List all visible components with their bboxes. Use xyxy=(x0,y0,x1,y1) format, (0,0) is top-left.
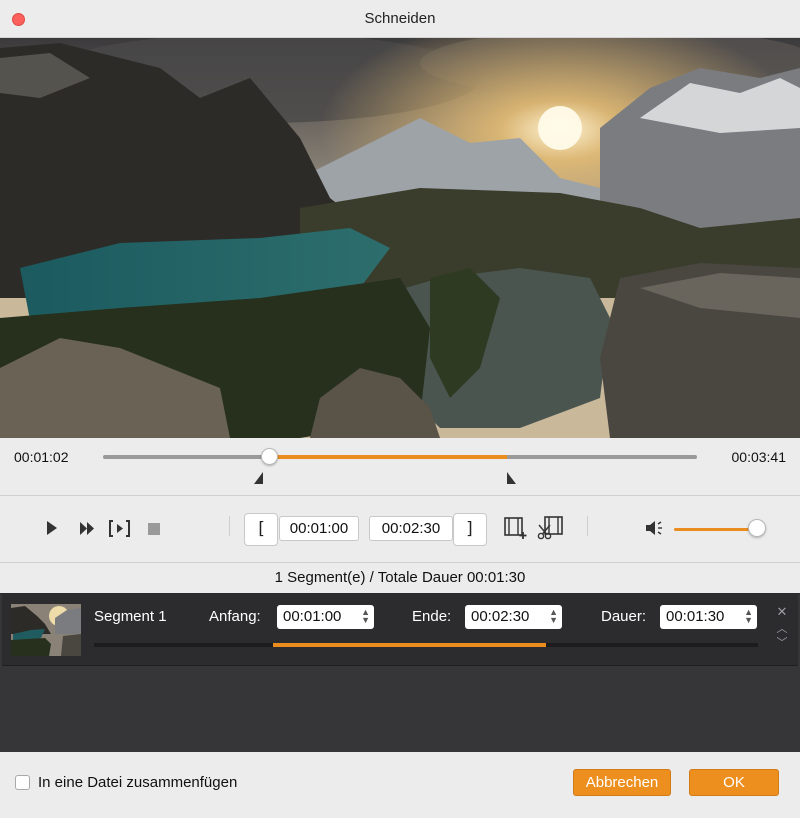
segment-row[interactable]: Segment 1 Anfang: 00:01:00 ▲ ▼ Ende: 00:0… xyxy=(2,594,798,666)
segment-track xyxy=(94,643,758,647)
current-time: 00:01:02 xyxy=(14,449,69,465)
set-end-button[interactable]: ] xyxy=(453,513,487,546)
segment-duration-value: 00:01:30 xyxy=(666,608,725,625)
segment-thumbnail xyxy=(11,604,81,656)
segment-actions: ✕ ︿ ﹀ xyxy=(772,604,794,654)
end-marker[interactable] xyxy=(506,472,516,484)
end-label: Ende: xyxy=(412,608,452,625)
window-title: Schneiden xyxy=(364,10,436,27)
ok-button[interactable]: OK xyxy=(689,769,779,796)
playback-controls: [ 00:01:00 00:02:30 ] xyxy=(0,496,800,562)
start-time-field[interactable]: 00:01:00 xyxy=(279,516,359,541)
start-marker[interactable] xyxy=(254,472,264,484)
segment-duration-field[interactable]: 00:01:30 ▲ ▼ xyxy=(660,605,757,629)
play-icon[interactable] xyxy=(46,520,58,536)
segment-summary: 1 Segment(e) / Totale Dauer 00:01:30 xyxy=(274,569,526,586)
merge-checkbox[interactable] xyxy=(15,775,30,790)
merge-label: In eine Datei zusammenfügen xyxy=(38,774,238,791)
add-segment-icon[interactable] xyxy=(504,517,528,539)
end-time-field[interactable]: 00:02:30 xyxy=(369,516,453,541)
footer: In eine Datei zusammenfügen Abbrechen OK xyxy=(0,752,800,818)
segment-end-field[interactable]: 00:02:30 ▲ ▼ xyxy=(465,605,562,629)
divider xyxy=(587,516,588,536)
set-start-button[interactable]: [ xyxy=(244,513,278,546)
segment-selection xyxy=(273,643,546,647)
stop-icon[interactable] xyxy=(148,523,160,535)
timeline-track[interactable] xyxy=(103,448,697,465)
playhead-knob[interactable] xyxy=(261,448,279,465)
video-preview xyxy=(0,38,800,438)
duration-label: Dauer: xyxy=(601,608,647,625)
segment-start-field[interactable]: 00:01:00 ▲ ▼ xyxy=(277,605,374,629)
remove-segment-icon[interactable]: ✕ xyxy=(772,604,792,620)
cancel-button[interactable]: Abbrechen xyxy=(573,769,671,796)
title-bar: Schneiden xyxy=(0,0,800,38)
start-label: Anfang: xyxy=(209,608,261,625)
segment-start-value: 00:01:00 xyxy=(283,608,342,625)
spin-arrows-icon[interactable]: ▲ ▼ xyxy=(549,608,558,625)
timeline-selection xyxy=(263,455,507,459)
preview-clip-icon[interactable] xyxy=(109,520,130,537)
move-down-icon[interactable]: ﹀ xyxy=(772,634,792,650)
spin-arrows-icon[interactable]: ▲ ▼ xyxy=(744,608,753,625)
volume-slider-knob[interactable] xyxy=(748,519,766,537)
spin-arrows-icon[interactable]: ▲ ▼ xyxy=(361,608,370,625)
divider xyxy=(229,516,230,536)
volume-slider-track[interactable] xyxy=(674,528,758,531)
segment-list: Segment 1 Anfang: 00:01:00 ▲ ▼ Ende: 00:0… xyxy=(0,593,800,752)
volume-icon[interactable] xyxy=(645,519,667,537)
segment-name: Segment 1 xyxy=(94,608,167,625)
split-scissors-icon[interactable] xyxy=(537,516,564,540)
segment-end-value: 00:02:30 xyxy=(471,608,530,625)
fast-forward-icon[interactable] xyxy=(80,522,95,535)
total-time: 00:03:41 xyxy=(731,449,787,465)
timeline: 00:01:02 00:03:41 xyxy=(0,438,800,495)
